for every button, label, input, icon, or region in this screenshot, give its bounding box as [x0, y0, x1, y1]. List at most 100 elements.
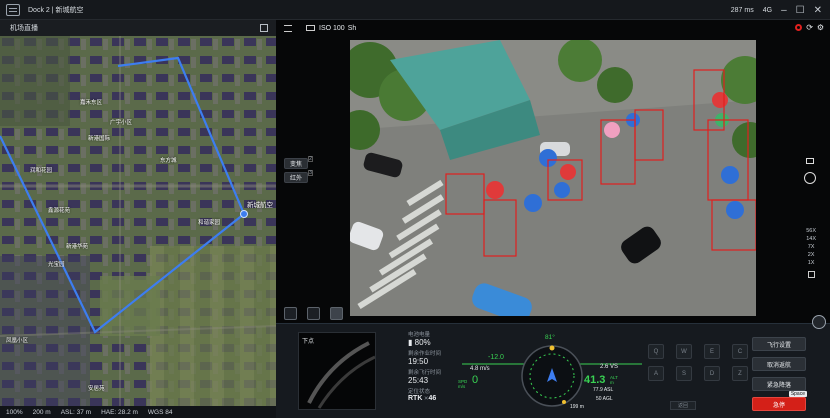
- zoom-level[interactable]: 56X: [806, 228, 816, 234]
- hae-readout: HAE: 28.2 m: [101, 408, 138, 416]
- battery-icon: ▮: [408, 338, 413, 347]
- map-label: 安居苑: [88, 386, 105, 392]
- chat-bubble-icon[interactable]: [812, 315, 826, 329]
- emergency-landing-button[interactable]: 紧急降落: [752, 377, 806, 391]
- heading-readout: 81°: [545, 334, 555, 341]
- key-s[interactable]: S: [676, 366, 692, 381]
- window-title: Dock 2 | 新城航空: [28, 6, 84, 14]
- ir-mode-button[interactable]: 红外 3: [284, 170, 313, 183]
- settings-sliders-icon[interactable]: [284, 24, 292, 32]
- zoom-readout: 100%: [6, 408, 23, 416]
- signal-badge: 4G: [762, 6, 773, 14]
- home-distance: 199 m: [570, 404, 584, 410]
- fullscreen-icon[interactable]: [807, 271, 815, 278]
- emergency-stop-button[interactable]: 急停 Space: [752, 391, 807, 411]
- map-footer: 100% 200 m ASL: 37 m HAE: 28.2 m WGS 84: [0, 406, 276, 418]
- camera-bottom-tools: [284, 307, 343, 320]
- alt-readout: 41.3: [584, 374, 606, 386]
- gear-icon[interactable]: ⚙: [817, 23, 824, 32]
- zoom-level[interactable]: 7X: [808, 244, 815, 250]
- key-q[interactable]: Q: [648, 344, 664, 359]
- latency-readout: 287 ms: [730, 6, 754, 14]
- attitude-hud: 81° 4.8 m/s -12.0 SPD m/s 0 2.6 VS 41.3 …: [452, 324, 652, 418]
- map-label: 润和花园: [30, 168, 53, 174]
- map-panel: 机场直播 新城航空 嘉禾东区 新港国际 鑫源花苑 新港华苑 光宝园 和谐家园 凤…: [0, 20, 276, 418]
- rtk-sats: 46: [428, 395, 437, 402]
- maximize-button[interactable]: ☐: [796, 5, 805, 16]
- zoom-mode-label: 变焦: [289, 162, 302, 168]
- key-c[interactable]: C: [732, 344, 748, 359]
- battery-value: 80%: [414, 338, 431, 347]
- expand-icon[interactable]: [260, 24, 268, 32]
- minimize-button[interactable]: –: [781, 5, 787, 16]
- map-label: 凤凰小区: [6, 338, 29, 344]
- camera-mode-buttons: 变焦 2 红外 3: [284, 156, 313, 183]
- hspeed-readout: 4.8 m/s: [470, 366, 490, 372]
- map-header: 机场直播: [0, 20, 276, 36]
- key-e[interactable]: E: [704, 344, 720, 359]
- asl-readout: 77.9 ASL: [593, 387, 614, 393]
- map-label: 新城航空: [247, 202, 273, 209]
- menu-icon[interactable]: [6, 3, 20, 16]
- map-label: 新港国际: [88, 136, 111, 142]
- shutter-readout: Sh: [347, 24, 357, 32]
- app-window: Dock 2 | 新城航空 287 ms 4G – ☐ ✕ 机场直播 新城航空 …: [0, 0, 830, 418]
- key-d[interactable]: D: [704, 366, 720, 381]
- map-label: 鑫源花苑: [48, 208, 71, 214]
- map-label: 新港华苑: [66, 244, 89, 250]
- map-label: 嘉禾东区: [80, 100, 103, 106]
- window-controls: 287 ms 4G – ☐ ✕: [731, 0, 830, 20]
- timer-icon[interactable]: [804, 172, 816, 184]
- record-icon[interactable]: [795, 24, 802, 31]
- iso-readout: ISO 100: [319, 24, 345, 32]
- key-a[interactable]: A: [648, 366, 664, 381]
- camera-topbar: ISO 100 Sh ⟳ ⚙: [276, 20, 830, 36]
- vs-readout: 2.6 VS: [600, 364, 619, 370]
- telemetry-panel: 下点 电池电量 ▮ 80% 剩余作业时间 19:50 剩余飞行时间 25:43 …: [276, 323, 830, 418]
- grid-icon[interactable]: [307, 307, 320, 320]
- key-z[interactable]: Z: [732, 366, 748, 381]
- agl-readout: 50 AGL: [596, 396, 613, 402]
- map-label: 东方城: [160, 158, 177, 164]
- camera-feed[interactable]: [350, 40, 756, 316]
- map-canvas[interactable]: [0, 36, 276, 406]
- alt-label: ALT m: [610, 375, 618, 385]
- video-panel: ISO 100 Sh ⟳ ⚙ 变焦 2 红外 3 56X 14X 7X 2X 1…: [276, 20, 830, 323]
- rtk-label: RTK: [408, 395, 423, 402]
- asl-readout: ASL: 37 m: [60, 408, 92, 416]
- refresh-icon[interactable]: ⟳: [806, 23, 813, 32]
- fpv-label: 下点: [302, 339, 315, 345]
- ai-detect-icon[interactable]: [330, 307, 343, 320]
- map-label: 光宝园: [48, 262, 65, 268]
- keyboard-control-pad: Q W E C A S D Z: [648, 344, 748, 381]
- fpv-preview[interactable]: 下点: [298, 332, 376, 410]
- zoom-level[interactable]: 14X: [806, 236, 816, 242]
- key-w[interactable]: W: [676, 344, 692, 359]
- return-button[interactable]: 返回: [670, 401, 696, 410]
- cancel-return-button[interactable]: 取消返航: [752, 357, 806, 371]
- zoom-mode-badge: 2: [308, 156, 313, 162]
- spd-readout: 0: [472, 374, 479, 386]
- close-button[interactable]: ✕: [814, 5, 822, 16]
- map-label: 和谐家园: [198, 220, 221, 226]
- ir-mode-label: 红外: [289, 176, 302, 182]
- vspeed-neg-readout: -12.0: [488, 354, 504, 361]
- crs-readout: WGS 84: [147, 408, 173, 416]
- zoom-level[interactable]: 2X: [808, 252, 815, 258]
- briefcase-icon[interactable]: [284, 307, 297, 320]
- camera-frame[interactable]: [350, 40, 756, 316]
- spd-label: SPD m/s: [458, 379, 468, 389]
- flight-actions: 飞行设置 取消返航 紧急降落 急停 Space: [752, 337, 807, 411]
- chat-icon[interactable]: [806, 158, 814, 164]
- satellite-map[interactable]: 新城航空 嘉禾东区 新港国际 鑫源花苑 新港华苑 光宝园 和谐家园 凤凰小区 安…: [0, 36, 276, 406]
- title-bar: Dock 2 | 新城航空 287 ms 4G – ☐ ✕: [0, 0, 830, 20]
- ir-mode-badge: 3: [308, 170, 313, 176]
- camera-icon: [306, 25, 315, 31]
- flight-settings-button[interactable]: 飞行设置: [752, 337, 806, 351]
- zoom-mode-button[interactable]: 变焦 2: [284, 156, 313, 169]
- zoom-scale[interactable]: 56X 14X 7X 2X 1X: [806, 228, 816, 278]
- scale-readout: 200 m: [32, 408, 51, 416]
- map-label: 广宇小区: [110, 120, 133, 126]
- map-header-title: 机场直播: [10, 25, 38, 32]
- zoom-level[interactable]: 1X: [808, 260, 815, 266]
